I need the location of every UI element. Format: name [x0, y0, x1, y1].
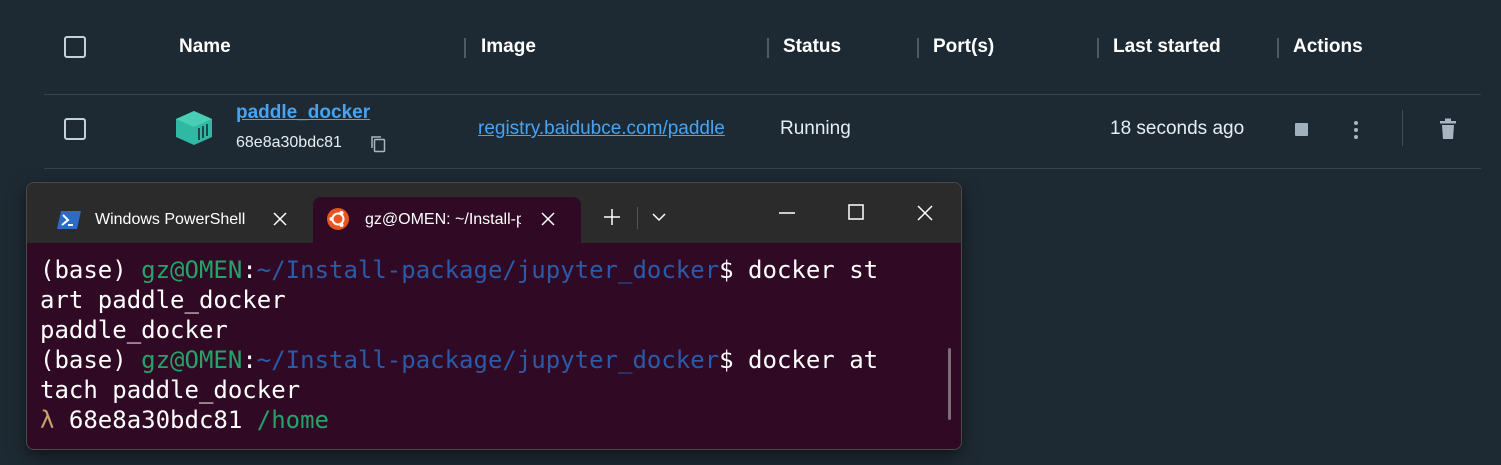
plus-icon[interactable] — [602, 207, 622, 227]
terminal-window[interactable]: Windows PowerShell gz@OMEN: ~/Install-pa… — [26, 182, 962, 450]
column-header-status[interactable]: Status — [783, 36, 841, 58]
column-header-image[interactable]: Image — [481, 36, 536, 58]
tab-label: gz@OMEN: ~/Install-package/jupyter_docke… — [365, 211, 521, 228]
column-resize-handle[interactable] — [917, 38, 919, 58]
container-id: 68e8a30bdc81 — [236, 134, 342, 151]
titlebar-divider — [637, 207, 638, 229]
docker-desktop-page: Name Image Status Port(s) Last started A… — [0, 0, 1501, 465]
powershell-icon — [57, 211, 81, 229]
image-link[interactable]: registry.baidubce.com/paddle — [478, 118, 768, 140]
actions-divider — [1402, 110, 1403, 146]
terminal-line: tach paddle_docker — [40, 376, 301, 404]
terminal-line: art paddle_docker — [40, 286, 286, 314]
terminal-titlebar[interactable]: Windows PowerShell gz@OMEN: ~/Install-pa… — [27, 183, 961, 243]
column-header-actions: Actions — [1293, 36, 1363, 57]
terminal-line: paddle_docker — [40, 316, 228, 344]
column-header-last-started[interactable]: Last started — [1113, 36, 1221, 58]
terminal-output[interactable]: (base) gz@OMEN:~/Install-package/jupyter… — [27, 243, 961, 449]
terminal-text: (base) gz@OMEN:~/Install-package/jupyter… — [40, 255, 878, 435]
select-all-checkbox[interactable] — [64, 36, 86, 58]
containers-table-header: Name Image Status Port(s) Last started A… — [44, 0, 1481, 95]
ubuntu-icon — [327, 208, 349, 230]
terminal-scrollbar[interactable] — [948, 348, 951, 420]
column-resize-handle[interactable] — [464, 38, 466, 58]
status-text: Running — [780, 118, 851, 139]
container-name-link[interactable]: paddle_docker — [236, 102, 370, 124]
trash-icon[interactable] — [1439, 118, 1457, 140]
close-icon[interactable] — [537, 208, 559, 230]
tab-ubuntu[interactable]: gz@OMEN: ~/Install-package/jupyter_docke… — [313, 197, 581, 243]
terminal-line: (base) gz@OMEN:~/Install-package/jupyter… — [40, 256, 879, 284]
column-header-ports[interactable]: Port(s) — [933, 36, 994, 58]
close-icon[interactable] — [269, 208, 291, 230]
copy-icon[interactable] — [370, 135, 386, 153]
tab-powershell[interactable]: Windows PowerShell — [41, 197, 311, 243]
stop-icon[interactable] — [1295, 123, 1308, 136]
tab-label: Windows PowerShell — [95, 211, 246, 228]
chevron-down-icon[interactable] — [651, 211, 667, 223]
maximize-icon[interactable] — [847, 203, 865, 221]
terminal-line: (base) gz@OMEN:~/Install-package/jupyter… — [40, 346, 879, 374]
window-close-icon[interactable] — [915, 203, 935, 223]
container-icon — [176, 111, 212, 145]
column-resize-handle[interactable] — [1097, 38, 1099, 58]
column-resize-handle[interactable] — [1277, 38, 1279, 58]
terminal-line: λ 68e8a30bdc81 /home — [40, 406, 329, 434]
more-options-icon[interactable] — [1352, 120, 1360, 140]
column-header-name[interactable]: Name — [179, 36, 231, 58]
table-row[interactable]: paddle_docker 68e8a30bdc81 registry.baid… — [44, 94, 1481, 169]
row-select-checkbox[interactable] — [64, 118, 86, 140]
last-started-text: 18 seconds ago — [1110, 118, 1245, 139]
column-resize-handle[interactable] — [767, 38, 769, 58]
minimize-icon[interactable] — [777, 211, 797, 215]
